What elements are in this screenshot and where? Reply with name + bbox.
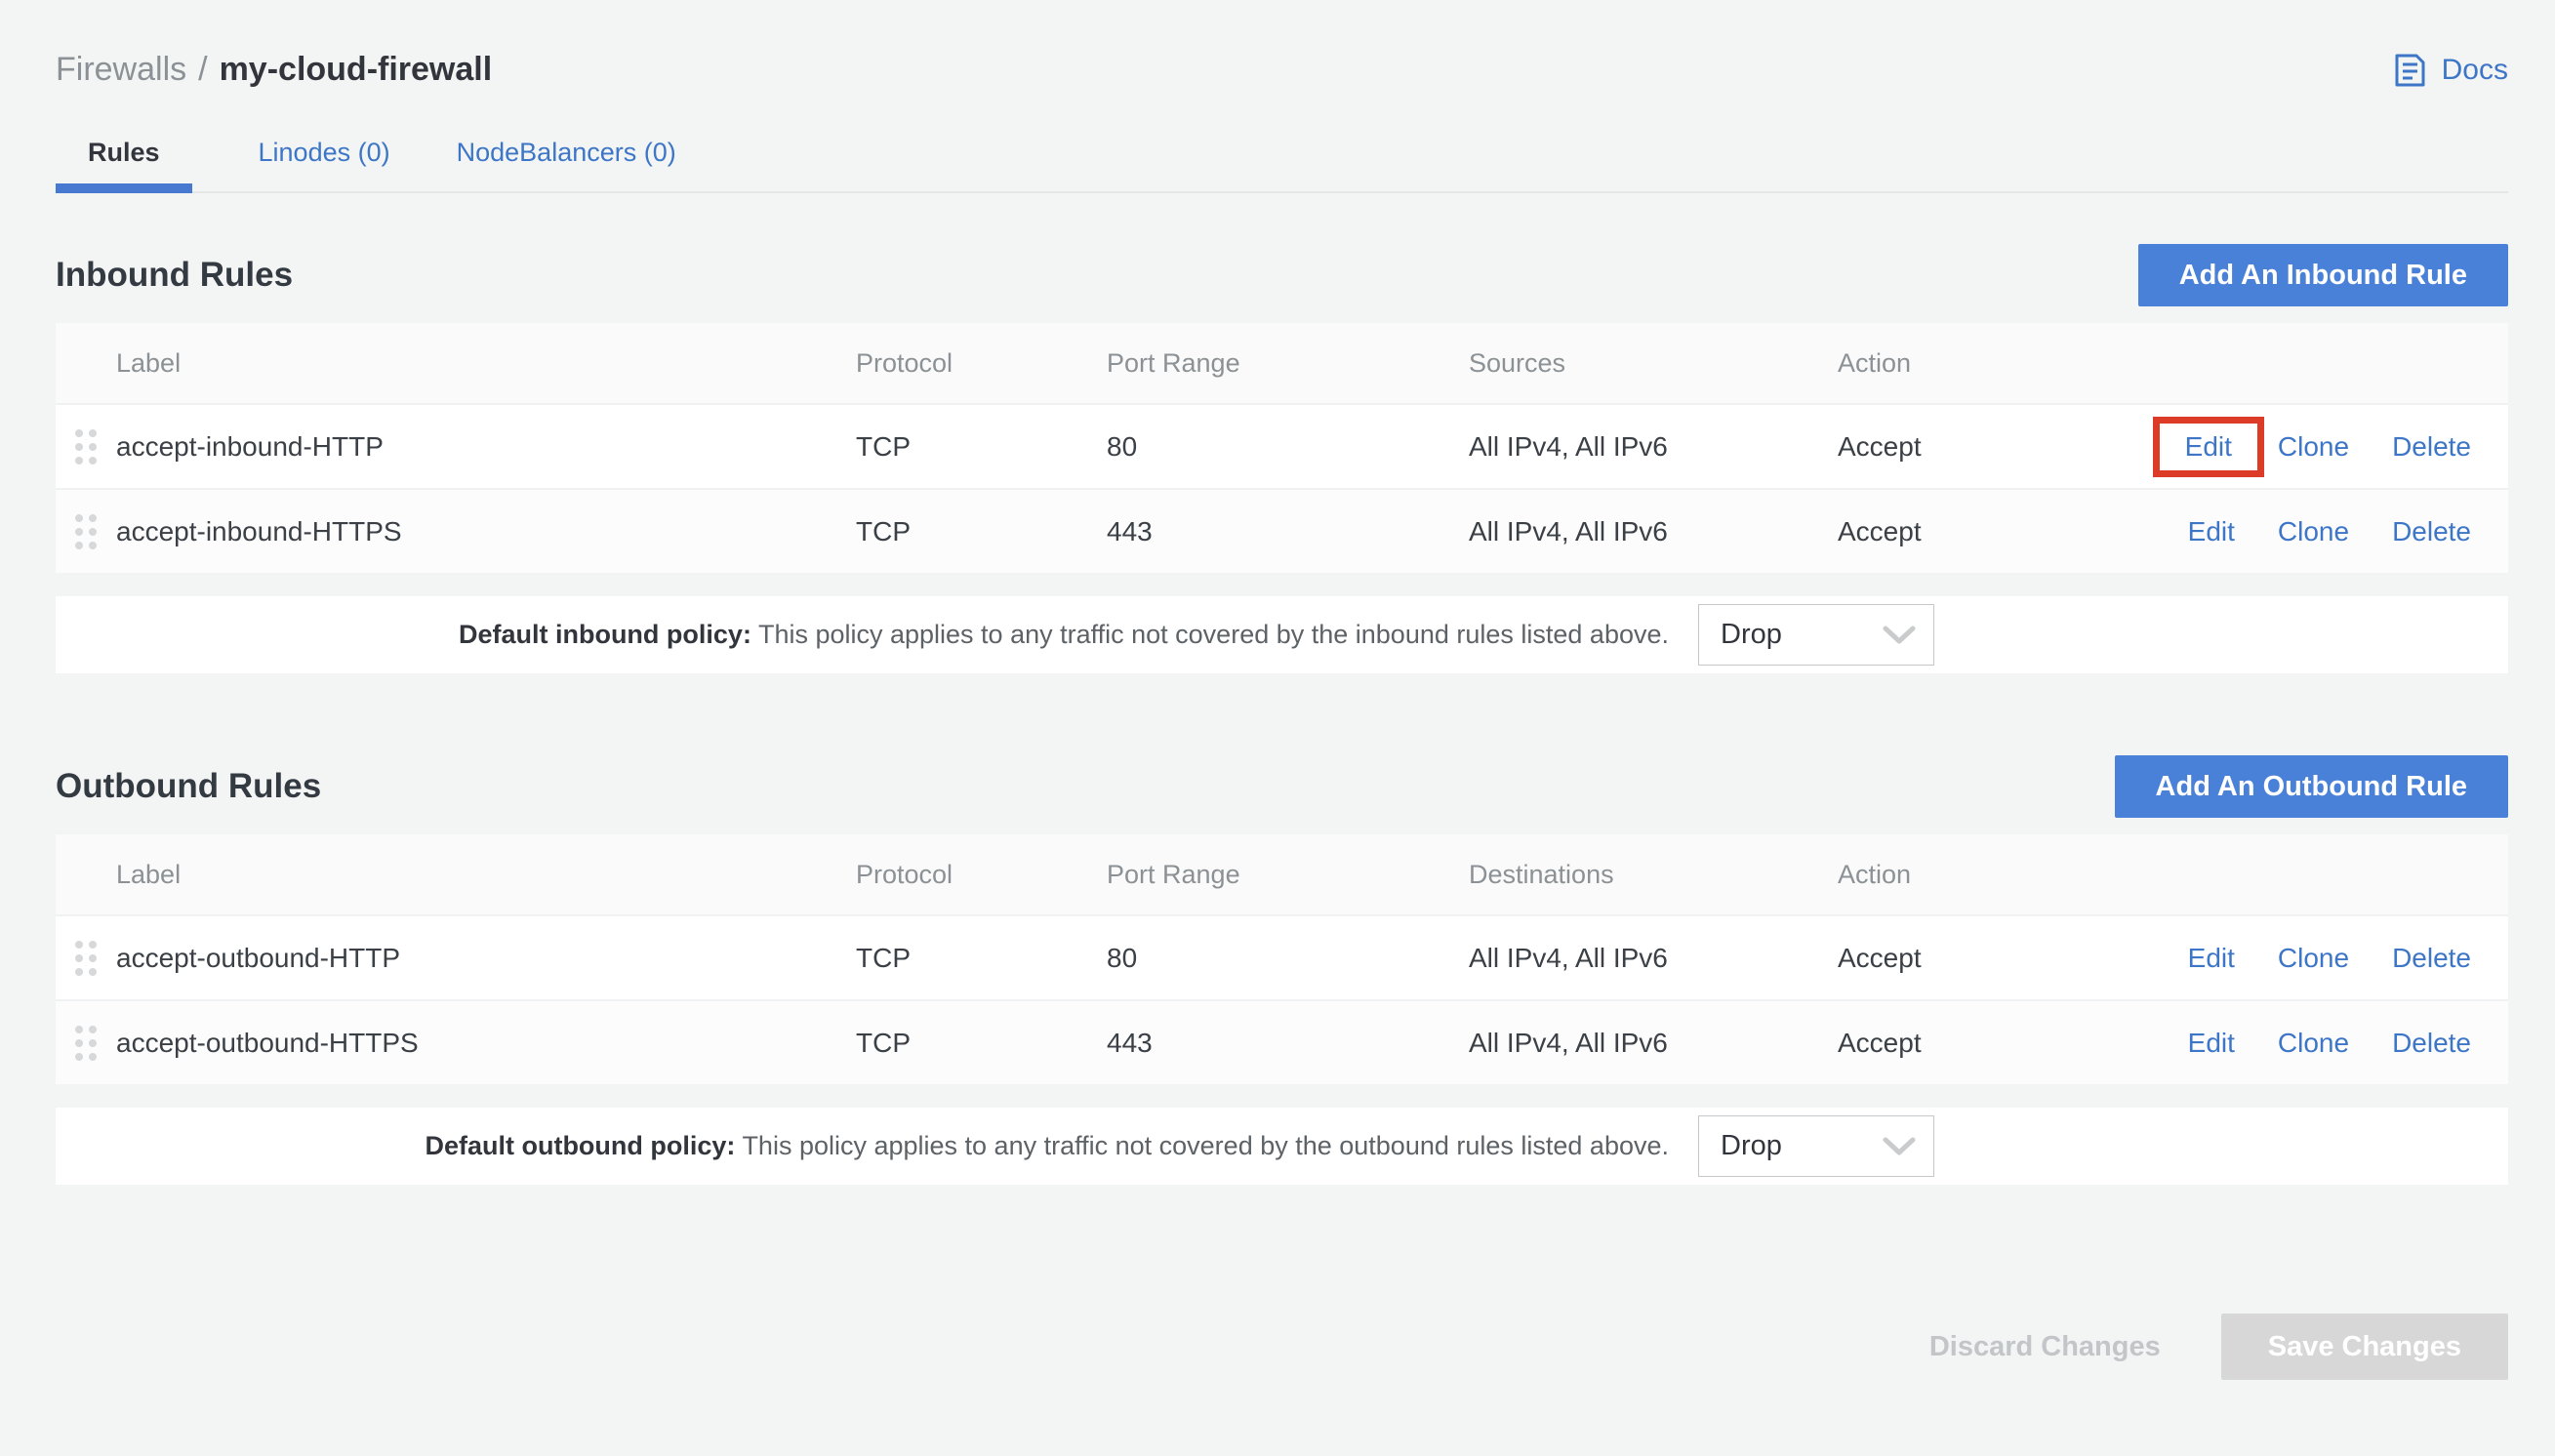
clone-link[interactable]: Clone (2278, 943, 2349, 974)
clone-link[interactable]: Clone (2278, 516, 2349, 547)
rule-action: Accept (1838, 516, 2048, 547)
column-header-destinations: Destinations (1469, 860, 1838, 890)
drag-handle-icon[interactable] (75, 941, 97, 976)
edit-link[interactable]: Edit (2188, 516, 2235, 547)
rule-destinations: All IPv4, All IPv6 (1469, 943, 1838, 974)
rule-label: accept-inbound-HTTP (116, 431, 856, 463)
inbound-rules-table: Label Protocol Port Range Sources Action… (56, 323, 2508, 573)
inbound-title: Inbound Rules (56, 256, 293, 295)
inbound-table-header: Label Protocol Port Range Sources Action (56, 323, 2508, 403)
rule-port-range: 80 (1107, 431, 1469, 463)
default-inbound-policy-label: Default inbound policy: (459, 620, 751, 649)
drag-handle-cell (56, 1026, 116, 1061)
inbound-rule-row-https: accept-inbound-HTTPS TCP 443 All IPv4, A… (56, 488, 2508, 573)
column-header-label: Label (116, 860, 856, 890)
rule-label: accept-outbound-HTTP (116, 943, 856, 974)
default-inbound-policy-bar: Default inbound policy: This policy appl… (56, 596, 2508, 673)
outbound-title: Outbound Rules (56, 767, 321, 806)
column-header-label: Label (116, 348, 856, 379)
outbound-rule-row-https: accept-outbound-HTTPS TCP 443 All IPv4, … (56, 999, 2508, 1084)
inbound-rule-row-http: accept-inbound-HTTP TCP 80 All IPv4, All… (56, 403, 2508, 488)
rule-sources: All IPv4, All IPv6 (1469, 431, 1838, 463)
rule-sources: All IPv4, All IPv6 (1469, 516, 1838, 547)
drag-handle-cell (56, 429, 116, 465)
delete-link[interactable]: Delete (2392, 431, 2471, 463)
breadcrumb-firewalls-link[interactable]: Firewalls (56, 51, 186, 89)
rule-actions: Edit Clone Delete (2048, 516, 2508, 547)
docs-icon (2391, 52, 2428, 89)
column-header-port-range: Port Range (1107, 348, 1469, 379)
rule-action: Accept (1838, 1028, 2048, 1059)
firewall-detail-page: Firewalls / my-cloud-firewall Docs Rules… (0, 0, 2555, 1456)
tab-nodebalancers[interactable]: NodeBalancers (0) (457, 138, 676, 191)
default-inbound-policy-text: Default inbound policy: This policy appl… (56, 620, 1669, 650)
delete-link[interactable]: Delete (2392, 943, 2471, 974)
inbound-section-header: Inbound Rules Add An Inbound Rule (56, 244, 2508, 306)
drag-handle-icon[interactable] (75, 1026, 97, 1061)
footer-actions: Discard Changes Save Changes (56, 1314, 2508, 1380)
breadcrumb-current-firewall: my-cloud-firewall (220, 51, 493, 89)
edit-link[interactable]: Edit (2188, 1028, 2235, 1059)
default-outbound-policy-description: This policy applies to any traffic not c… (742, 1131, 1669, 1160)
outbound-table-header: Label Protocol Port Range Destinations A… (56, 834, 2508, 914)
column-header-action: Action (1838, 860, 2048, 890)
rule-action: Accept (1838, 431, 2048, 463)
drag-handle-icon[interactable] (75, 514, 97, 549)
drag-handle-cell (56, 941, 116, 976)
rule-actions: Edit Clone Delete (2048, 943, 2508, 974)
default-outbound-policy-text: Default outbound policy: This policy app… (56, 1131, 1669, 1161)
outbound-section-header: Outbound Rules Add An Outbound Rule (56, 755, 2508, 818)
delete-link[interactable]: Delete (2392, 1028, 2471, 1059)
rule-destinations: All IPv4, All IPv6 (1469, 1028, 1838, 1059)
tab-bar: Rules Linodes (0) NodeBalancers (0) (56, 138, 2508, 193)
rule-label: accept-outbound-HTTPS (116, 1028, 856, 1059)
rule-protocol: TCP (856, 943, 1107, 974)
column-header-protocol: Protocol (856, 348, 1107, 379)
breadcrumb: Firewalls / my-cloud-firewall (56, 51, 492, 89)
docs-link[interactable]: Docs (2391, 52, 2508, 89)
default-outbound-policy-value: Drop (1721, 1130, 1782, 1162)
add-outbound-rule-button[interactable]: Add An Outbound Rule (2115, 755, 2508, 818)
rule-port-range: 80 (1107, 943, 1469, 974)
rule-action: Accept (1838, 943, 2048, 974)
tab-linodes[interactable]: Linodes (0) (259, 138, 390, 191)
rule-actions: Edit Clone Delete (2048, 431, 2508, 463)
default-outbound-policy-label: Default outbound policy: (425, 1131, 735, 1160)
save-changes-button[interactable]: Save Changes (2221, 1314, 2508, 1380)
rule-port-range: 443 (1107, 1028, 1469, 1059)
default-inbound-policy-description: This policy applies to any traffic not c… (758, 620, 1669, 649)
default-inbound-policy-select[interactable]: Drop (1698, 604, 1934, 666)
rule-port-range: 443 (1107, 516, 1469, 547)
clone-link[interactable]: Clone (2278, 431, 2349, 463)
top-bar: Firewalls / my-cloud-firewall Docs (56, 0, 2508, 89)
outbound-rule-row-http: accept-outbound-HTTP TCP 80 All IPv4, Al… (56, 914, 2508, 999)
column-header-action: Action (1838, 348, 2048, 379)
column-header-port-range: Port Range (1107, 860, 1469, 890)
tab-rules[interactable]: Rules (56, 138, 192, 191)
chevron-down-icon (1883, 626, 1916, 645)
delete-link[interactable]: Delete (2392, 516, 2471, 547)
breadcrumb-separator: / (198, 51, 207, 89)
outbound-rules-table: Label Protocol Port Range Destinations A… (56, 834, 2508, 1084)
clone-link[interactable]: Clone (2278, 1028, 2349, 1059)
drag-handle-icon[interactable] (75, 429, 97, 465)
default-inbound-policy-value: Drop (1721, 619, 1782, 651)
rule-protocol: TCP (856, 431, 1107, 463)
rule-actions: Edit Clone Delete (2048, 1028, 2508, 1059)
default-outbound-policy-bar: Default outbound policy: This policy app… (56, 1108, 2508, 1185)
column-header-sources: Sources (1469, 348, 1838, 379)
column-header-protocol: Protocol (856, 860, 1107, 890)
rule-protocol: TCP (856, 516, 1107, 547)
drag-handle-cell (56, 514, 116, 549)
edit-link[interactable]: Edit (2188, 943, 2235, 974)
docs-label: Docs (2442, 54, 2508, 87)
chevron-down-icon (1883, 1137, 1916, 1156)
rule-protocol: TCP (856, 1028, 1107, 1059)
rule-label: accept-inbound-HTTPS (116, 516, 856, 547)
default-outbound-policy-select[interactable]: Drop (1698, 1115, 1934, 1177)
edit-link-highlighted[interactable]: Edit (2153, 417, 2264, 477)
add-inbound-rule-button[interactable]: Add An Inbound Rule (2138, 244, 2508, 306)
discard-changes-button[interactable]: Discard Changes (1929, 1331, 2161, 1363)
